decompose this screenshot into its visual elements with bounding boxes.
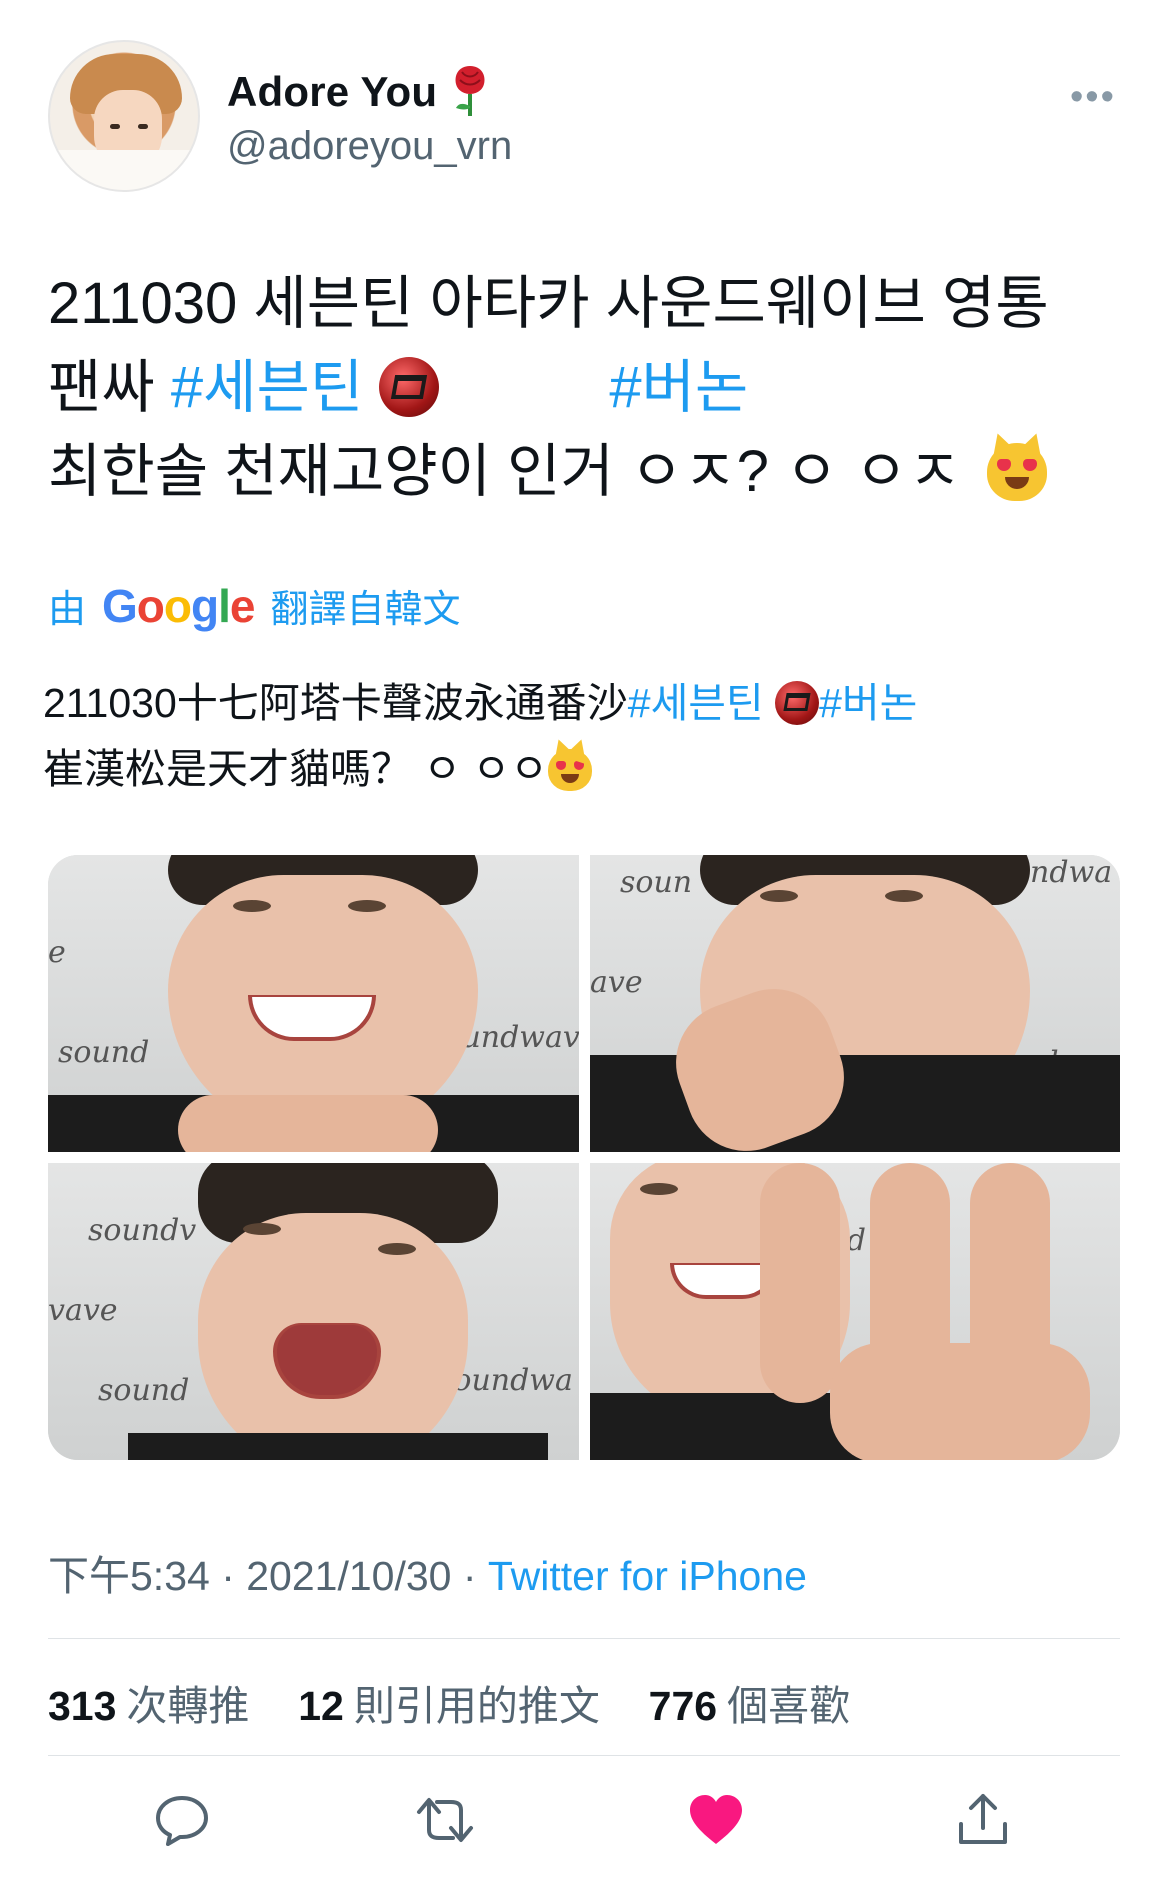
author-handle[interactable]: @adoreyou_vrn xyxy=(227,124,512,169)
more-options-icon[interactable]: ••• xyxy=(1070,76,1116,119)
tweet-text: 211030 세븐틴 아타카 사운드웨이브 영통 팬싸 #세븐틴 #버논 최한솔… xyxy=(48,262,1128,514)
tweet-line-3: 최한솔 천재고양이 인거 ㅇㅈ? ㅇ ㅇㅈ xyxy=(48,430,1128,514)
translated-line-2: 崔漢松是天才貓嗎？ ㅇ ㅇㅇ xyxy=(43,736,1133,802)
seventeen-emblem-icon xyxy=(775,681,820,725)
hashtag-link[interactable]: #세븐틴 xyxy=(171,355,363,420)
translated-line-1: 211030十七阿塔卡聲波永通番沙#세븐틴 #버논 xyxy=(43,680,918,726)
tweet-line-1: 211030 세븐틴 아타카 사운드웨이브 영통 xyxy=(48,271,1049,336)
translated-text: 211030十七阿塔卡聲波永通番沙#세븐틴 #버논 崔漢松是天才貓嗎？ ㅇ ㅇㅇ xyxy=(43,670,1133,802)
retweet-icon[interactable] xyxy=(415,1790,475,1850)
rose-icon xyxy=(455,66,485,116)
share-icon[interactable] xyxy=(953,1790,1013,1850)
reply-icon[interactable] xyxy=(152,1790,212,1850)
media-grid: sound soundwav e soun ave sou ndwa ndwa … xyxy=(48,855,1120,1460)
likes-stat[interactable]: 776 個喜歡 xyxy=(649,1683,850,1729)
hashtag-link[interactable]: #세븐틴 xyxy=(628,680,764,726)
tweet-stats: 313 次轉推 12 則引用的推文 776 個喜歡 xyxy=(48,1672,850,1732)
author-name[interactable]: Adore You xyxy=(227,68,437,116)
hashtag-link[interactable]: #버논 xyxy=(819,680,917,726)
tweet-source-link[interactable]: Twitter for iPhone xyxy=(488,1553,807,1599)
heart-icon[interactable] xyxy=(686,1790,746,1850)
seventeen-emblem-icon xyxy=(379,357,440,417)
author-avatar[interactable] xyxy=(48,40,200,192)
translated-by-google[interactable]: 由 Google 翻譯自韓文 xyxy=(48,578,461,633)
google-logo: Google xyxy=(102,579,255,632)
heart-eyes-cat-icon xyxy=(987,443,1048,501)
heart-eyes-cat-icon xyxy=(547,749,592,791)
quotes-stat[interactable]: 12 則引用的推文 xyxy=(298,1683,600,1729)
tweet-photo[interactable]: ound s xyxy=(590,1163,1120,1460)
tweet-photo[interactable]: soun ave sou ndwa ndwa xyxy=(590,855,1120,1152)
divider xyxy=(48,1755,1120,1756)
tweet-photo[interactable]: sound soundwav e xyxy=(48,855,579,1152)
hashtag-link[interactable]: #버논 xyxy=(609,355,748,420)
tweet-photo[interactable]: soundv vave sound soundwa xyxy=(48,1163,579,1460)
tweet-timestamp: 下午5:34 · 2021/10/30 · Twitter for iPhone xyxy=(48,1553,807,1599)
tweet-line-2: 팬싸 #세븐틴 #버논 xyxy=(48,355,749,420)
divider xyxy=(48,1638,1120,1639)
retweets-stat[interactable]: 313 次轉推 xyxy=(48,1683,249,1729)
